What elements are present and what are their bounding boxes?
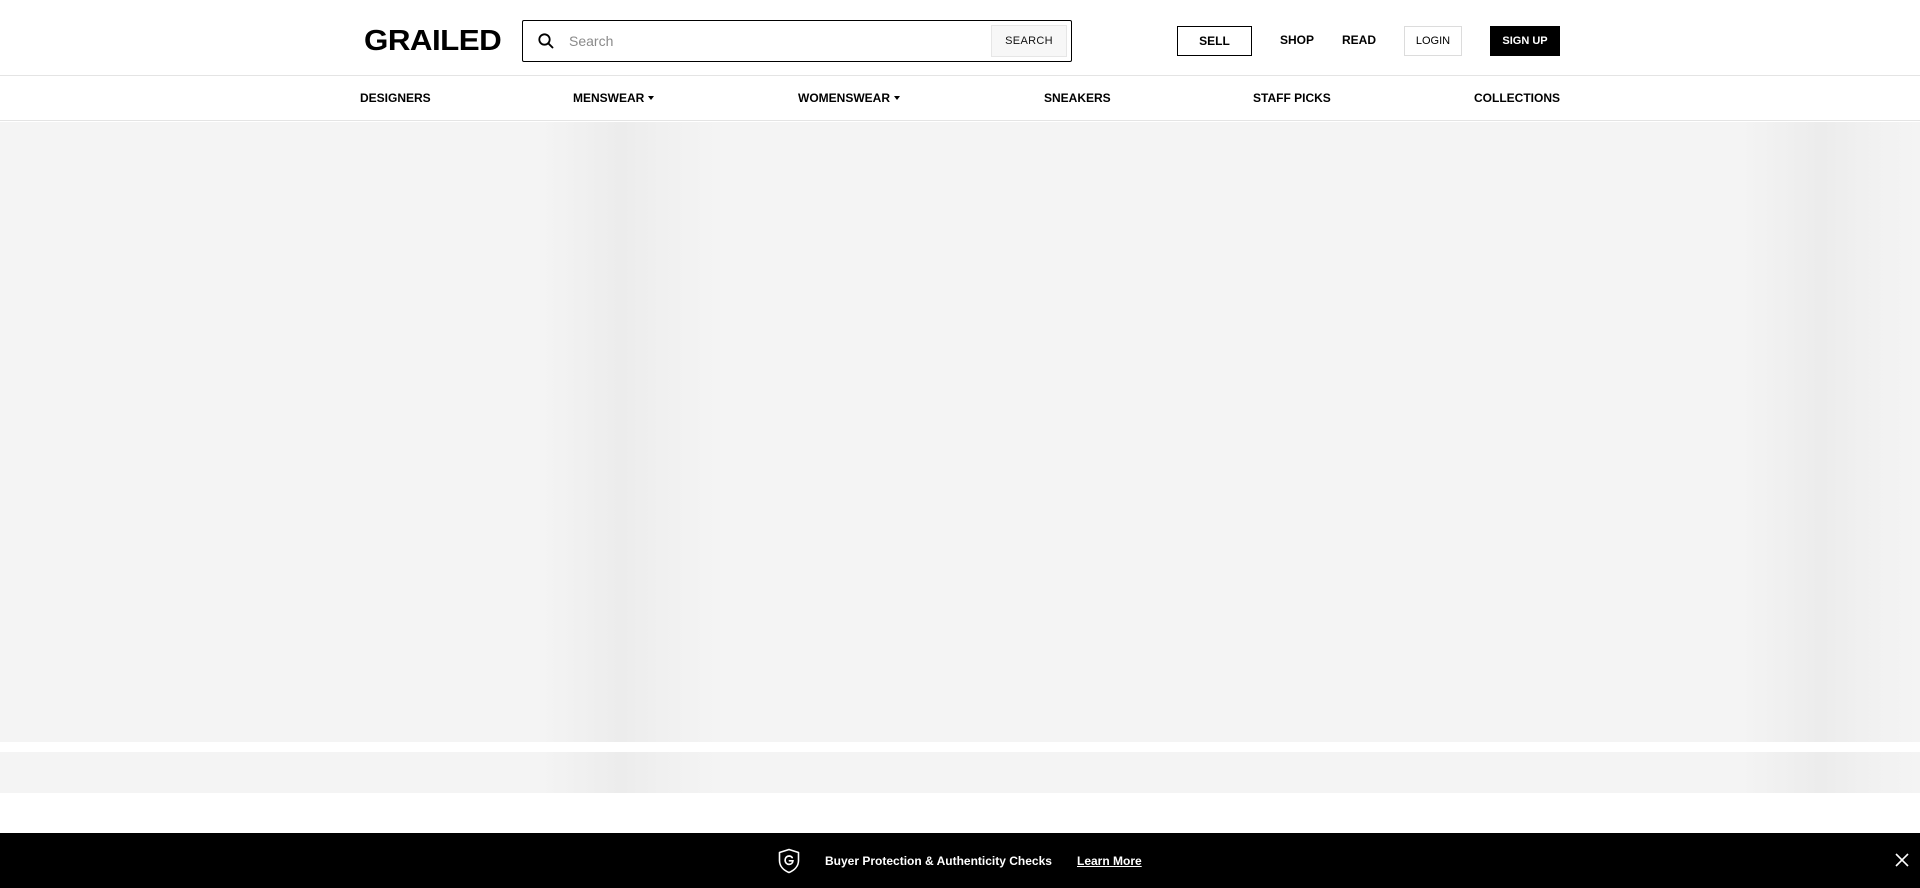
- close-icon[interactable]: [1894, 852, 1910, 868]
- caret-down-icon: [648, 96, 655, 100]
- shop-link[interactable]: SHOP: [1280, 33, 1314, 47]
- learn-more-link[interactable]: Learn More: [1077, 854, 1142, 868]
- loading-shimmer: [540, 752, 720, 793]
- hero-placeholder: [0, 122, 1920, 742]
- nav-item-label: WOMENSWEAR: [798, 91, 890, 105]
- loading-shimmer: [1740, 752, 1920, 793]
- nav-item-designers[interactable]: DESIGNERS: [360, 91, 431, 105]
- nav-item-label: MENSWEAR: [573, 91, 645, 105]
- login-button[interactable]: LOGIN: [1404, 26, 1462, 56]
- content-placeholder: [0, 752, 1920, 793]
- nav-item-menswear[interactable]: MENSWEAR: [573, 91, 655, 105]
- nav-item-collections[interactable]: COLLECTIONS: [1474, 91, 1560, 105]
- search-bar: SEARCH: [522, 20, 1072, 62]
- search-icon: [538, 33, 554, 49]
- nav-item-label: SNEAKERS: [1044, 91, 1111, 105]
- loading-shimmer: [540, 122, 720, 742]
- read-link[interactable]: READ: [1342, 33, 1376, 47]
- grailed-logo[interactable]: GRAILED: [364, 26, 502, 56]
- site-header: GRAILED SEARCH SELL SHOP READ LOGIN SIGN…: [0, 0, 1920, 76]
- nav-item-womenswear[interactable]: WOMENSWEAR: [798, 91, 900, 105]
- shield-g-icon: [778, 848, 800, 874]
- caret-down-icon: [894, 96, 900, 100]
- banner-text: Buyer Protection & Authenticity Checks: [825, 854, 1052, 868]
- category-nav: DESIGNERS MENSWEAR WOMENSWEAR SNEAKERS S…: [0, 76, 1920, 121]
- search-button[interactable]: SEARCH: [991, 25, 1067, 57]
- nav-item-sneakers[interactable]: SNEAKERS: [1044, 91, 1111, 105]
- sign-up-button[interactable]: SIGN UP: [1490, 26, 1560, 56]
- nav-item-staff-picks[interactable]: STAFF PICKS: [1253, 91, 1331, 105]
- nav-item-label: STAFF PICKS: [1253, 91, 1331, 105]
- nav-item-label: COLLECTIONS: [1474, 91, 1560, 105]
- search-input[interactable]: [567, 26, 987, 56]
- sell-button[interactable]: SELL: [1177, 26, 1252, 56]
- nav-item-label: DESIGNERS: [360, 91, 431, 105]
- loading-shimmer: [1740, 122, 1920, 742]
- buyer-protection-banner: Buyer Protection & Authenticity Checks L…: [0, 833, 1920, 888]
